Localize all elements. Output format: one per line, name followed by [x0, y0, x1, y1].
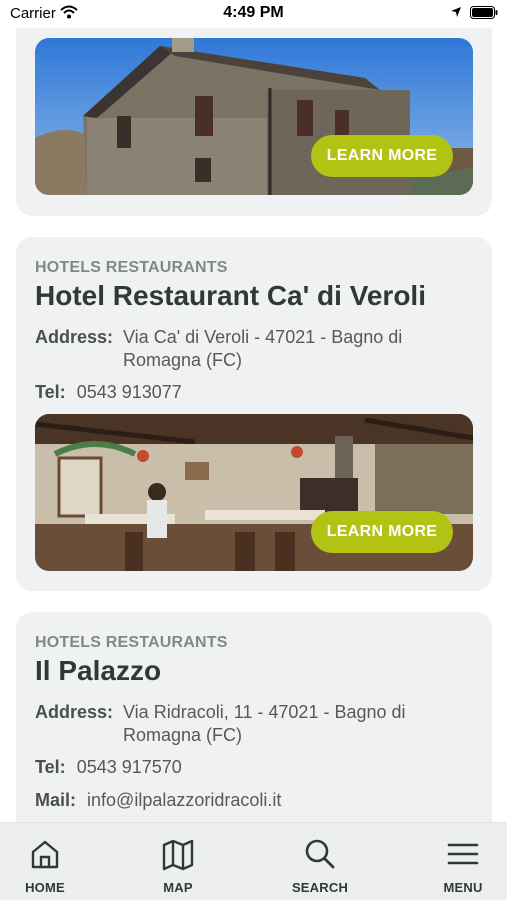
tel-row: Tel: 0543 917570 — [35, 756, 182, 779]
bottom-nav: HOME MAP SEARCH MENU — [0, 822, 507, 900]
mail-label: Mail: — [35, 790, 77, 810]
address-value: Via Ca' di Veroli - 47021 - Bagno di Rom… — [123, 327, 403, 370]
mail-value[interactable]: info@ilpalazzoridracoli.it — [87, 790, 281, 810]
learn-more-button[interactable]: LEARN MORE — [311, 135, 453, 177]
address-value: Via Ridracoli, 11 - 47021 - Bagno di Rom… — [123, 702, 406, 745]
listing-card: LEARN MORE — [16, 0, 492, 216]
listing-photo-stone-house: LEARN MORE — [35, 38, 473, 195]
menu-icon — [447, 843, 479, 865]
nav-menu-label: MENU — [443, 880, 483, 895]
listing-category: HOTELS RESTAURANTS — [35, 634, 228, 651]
nav-menu[interactable]: MENU — [418, 837, 507, 895]
listing-card: HOTELS RESTAURANTS Hotel Restaurant Ca' … — [16, 237, 492, 591]
tel-value[interactable]: 0543 913077 — [77, 382, 182, 402]
learn-more-button[interactable]: LEARN MORE — [311, 511, 453, 553]
listing-photo-restaurant-interior: LEARN MORE — [35, 414, 473, 571]
tel-row: Tel: 0543 913077 — [35, 381, 182, 404]
listing-title[interactable]: Il Palazzo — [35, 655, 161, 687]
nav-map[interactable]: MAP — [133, 837, 223, 895]
nav-search-label: SEARCH — [291, 880, 349, 895]
address-label: Address: — [35, 702, 114, 722]
map-icon — [162, 839, 194, 871]
address-label: Address: — [35, 327, 114, 347]
status-bar: Carrier 4:49 PM — [0, 0, 507, 28]
address-row: Address: Via Ca' di Veroli - 47021 - Bag… — [35, 326, 465, 374]
nav-home[interactable]: HOME — [0, 837, 90, 895]
battery-icon — [470, 6, 498, 19]
listing-category: HOTELS RESTAURANTS — [35, 259, 228, 276]
status-time: 4:49 PM — [223, 4, 284, 21]
nav-search[interactable]: SEARCH — [275, 837, 365, 895]
nav-home-label: HOME — [25, 880, 65, 895]
mail-row: Mail: info@ilpalazzoridracoli.it — [35, 789, 281, 812]
address-row: Address: Via Ridracoli, 11 - 47021 - Bag… — [35, 701, 465, 749]
location-arrow-icon — [451, 7, 461, 17]
tel-label: Tel: — [35, 382, 66, 402]
tel-label: Tel: — [35, 757, 66, 777]
home-icon — [31, 840, 59, 869]
tel-value[interactable]: 0543 917570 — [77, 757, 182, 777]
search-icon — [305, 839, 335, 869]
listing-card: HOTELS RESTAURANTS Il Palazzo Address: V… — [16, 612, 492, 822]
listing-scroll-area[interactable]: LEARN MORE HOTELS RESTAURANTS Hotel Rest… — [0, 0, 507, 822]
listing-title[interactable]: Hotel Restaurant Ca' di Veroli — [35, 280, 426, 312]
nav-map-label: MAP — [163, 880, 193, 895]
